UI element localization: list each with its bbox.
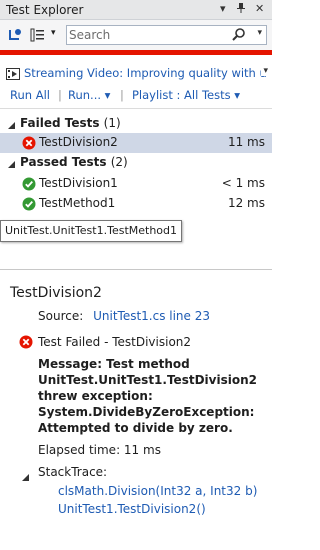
test-row[interactable]: TestDivision2 11 ms (0, 133, 272, 153)
playlist-dropdown[interactable]: Playlist : All Tests ▾ (132, 88, 240, 102)
video-icon (6, 68, 20, 82)
divider (0, 108, 272, 109)
run-tests-icon[interactable] (7, 27, 23, 43)
group-by-icon[interactable] (30, 27, 46, 43)
test-name: TestDivision2 (39, 135, 118, 149)
run-dropdown[interactable]: Run... ▾ (68, 88, 110, 102)
separator: | (120, 88, 124, 102)
failed-tests-count: (1) (103, 116, 121, 130)
test-name: TestDivision1 (39, 176, 118, 190)
title-bar: Test Explorer ▾ ✕ (0, 0, 272, 20)
stacktrace-label: StackTrace: (38, 465, 108, 479)
failed-tests-group[interactable]: Failed Tests (1) (8, 116, 121, 130)
elapsed-time: Elapsed time: 11 ms (38, 443, 161, 457)
stack-frame-link[interactable]: clsMath.Division(Int32 a, Int32 b) (58, 484, 257, 498)
error-x-icon (19, 335, 33, 349)
window-menu-dropdown[interactable]: ▾ (220, 2, 226, 15)
check-circle-icon (22, 177, 36, 191)
playlist-banner[interactable]: Streaming Video: Improving quality with … (6, 66, 268, 82)
action-bar: Run All | Run... ▾ | Playlist : All Test… (0, 88, 272, 106)
source-label: Source: (38, 309, 84, 323)
passed-tests-group[interactable]: Passed Tests (2) (8, 155, 128, 169)
test-row[interactable]: TestDivision1 < 1 ms (0, 174, 272, 194)
tooltip: UnitTest.UnitTest1.TestMethod1 (0, 220, 183, 242)
error-x-icon (22, 136, 36, 150)
failed-tests-label: Failed Tests (20, 116, 100, 130)
pin-icon[interactable] (236, 2, 246, 17)
expand-triangle-icon[interactable] (8, 118, 15, 132)
source-line: Source: UnitTest1.cs line 23 (38, 309, 210, 323)
group-by-dropdown[interactable]: ▾ (51, 28, 56, 38)
playlist-banner-text[interactable]: Streaming Video: Improving quality with … (24, 66, 267, 80)
splitter[interactable] (0, 269, 272, 270)
test-duration: 12 ms (227, 196, 265, 210)
search-icon[interactable] (232, 27, 246, 41)
search-options-dropdown[interactable]: ▾ (257, 28, 262, 38)
error-message: Message: Test method UnitTest.UnitTest1.… (38, 357, 257, 435)
test-duration: < 1 ms (221, 176, 265, 190)
stack-frame-link[interactable]: UnitTest1.TestDivision2() (58, 502, 206, 516)
close-icon[interactable]: ✕ (255, 2, 264, 15)
run-all-link[interactable]: Run All (10, 88, 50, 102)
passed-tests-count: (2) (110, 155, 128, 169)
detail-title: TestDivision2 (10, 285, 102, 301)
status-bar (0, 50, 272, 55)
search-box[interactable]: ▾ (66, 25, 267, 45)
check-circle-icon (22, 197, 36, 211)
passed-tests-label: Passed Tests (20, 155, 107, 169)
test-result-text: Test Failed - TestDivision2 (38, 335, 192, 349)
separator: | (58, 88, 62, 102)
source-link[interactable]: UnitTest1.cs line 23 (93, 309, 210, 323)
window-title: Test Explorer (6, 3, 84, 17)
expand-triangle-icon[interactable] (8, 157, 15, 171)
playlist-banner-dropdown[interactable]: ▾ (261, 66, 268, 76)
search-input[interactable] (69, 27, 229, 43)
test-row[interactable]: TestMethod1 12 ms (0, 194, 272, 214)
collapse-triangle-icon[interactable] (22, 470, 29, 484)
test-duration: 11 ms (227, 135, 265, 149)
test-name: TestMethod1 (39, 196, 116, 210)
